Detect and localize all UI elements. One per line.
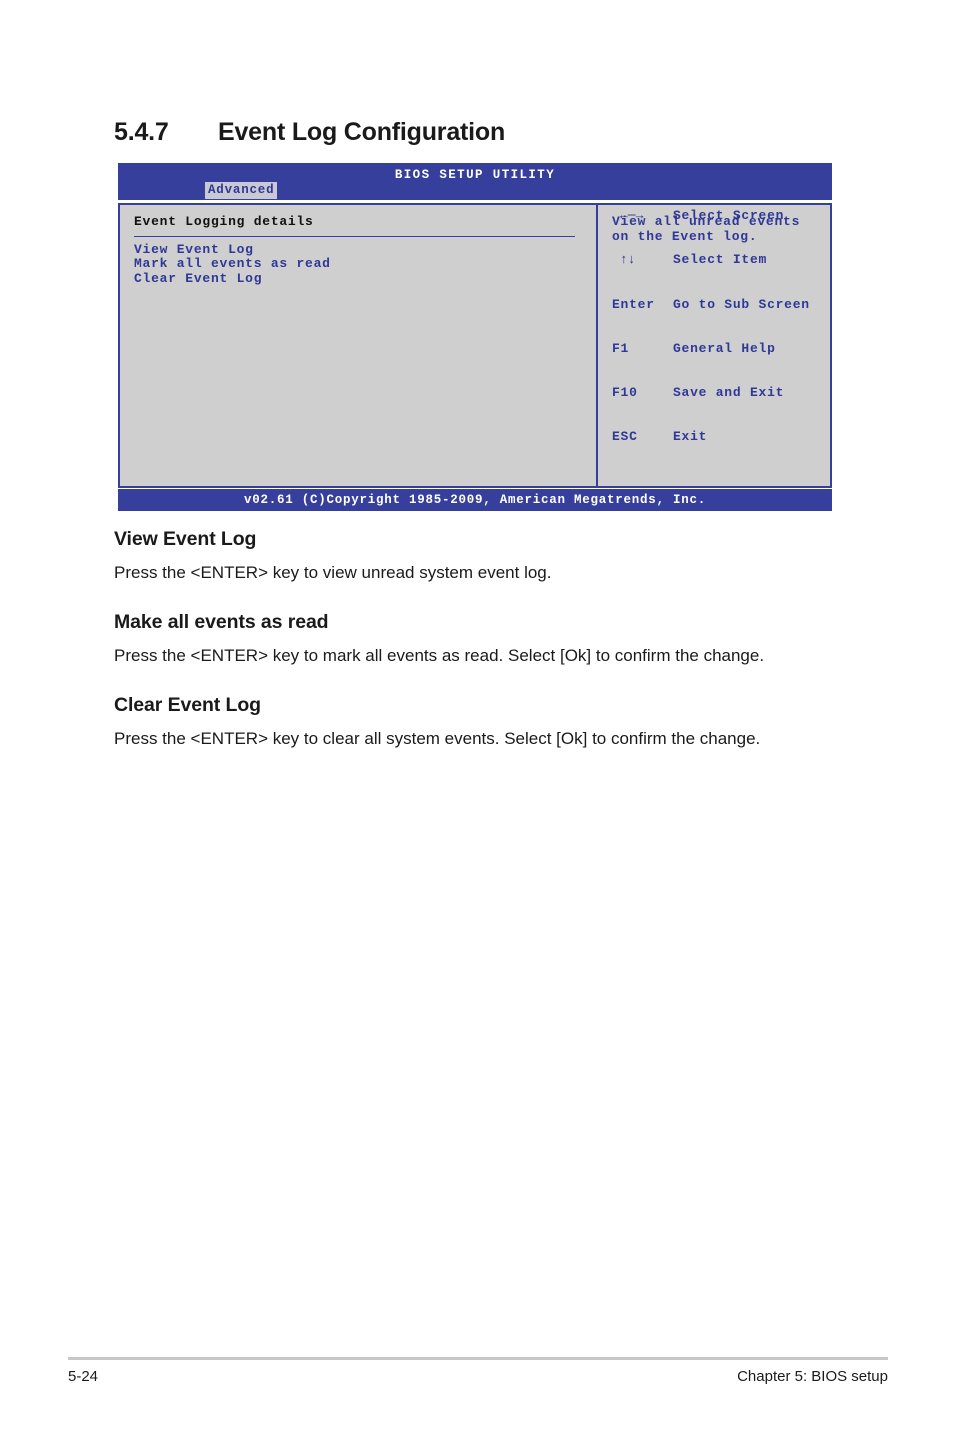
key-legend-row: ESC Exit bbox=[612, 428, 810, 445]
page-title: 5.4.7 Event Log Configuration bbox=[114, 118, 834, 147]
paragraph-view-event-log: Press the <ENTER> key to view unread sys… bbox=[114, 563, 552, 582]
key-action-select-screen: Select Screen bbox=[673, 208, 785, 224]
page-footer: 5-24 Chapter 5: BIOS setup bbox=[68, 1368, 888, 1385]
bios-help-panel: View all unread events on the Event log.… bbox=[598, 205, 832, 486]
key-enter: Enter bbox=[612, 296, 655, 312]
menu-item-mark-all-events-as-read[interactable]: Mark all events as read bbox=[134, 257, 596, 272]
key-legend-row: F10 Save and Exit bbox=[612, 384, 810, 401]
heading-clear-event-log: Clear Event Log bbox=[114, 694, 261, 716]
paragraph-make-all-events-as-read: Press the <ENTER> key to mark all events… bbox=[114, 646, 765, 665]
bios-tab-advanced[interactable]: Advanced bbox=[205, 182, 278, 199]
bios-content-area: Event Logging details View Event Log Mar… bbox=[118, 203, 832, 488]
key-legend-row: Enter Go to Sub Screen bbox=[612, 296, 810, 313]
event-logging-details-heading: Event Logging details bbox=[134, 214, 314, 229]
key-f1: F1 bbox=[612, 340, 630, 356]
footer-chapter-label: Chapter 5: BIOS setup bbox=[737, 1368, 888, 1385]
bios-setup-screen: BIOS SETUP UTILITY Advanced Event Loggin… bbox=[118, 163, 832, 511]
menu-item-clear-event-log[interactable]: Clear Event Log bbox=[134, 271, 596, 287]
key-legend-row: ←─→ Select Screen bbox=[612, 208, 810, 224]
menu-item-view-event-log[interactable]: View Event Log bbox=[134, 242, 596, 258]
bios-left-panel: Event Logging details View Event Log Mar… bbox=[120, 205, 598, 486]
key-action-go-to-sub-screen: Go to Sub Screen bbox=[673, 296, 810, 312]
key-legend-row: F1 General Help bbox=[612, 340, 810, 357]
key-action-save-and-exit: Save and Exit bbox=[673, 384, 785, 400]
key-arrows-vertical: ↑↓ bbox=[620, 252, 636, 268]
footer-page-number: 5-24 bbox=[68, 1368, 99, 1385]
bios-copyright-footer: v02.61 (C)Copyright 1985-2009, American … bbox=[118, 489, 832, 511]
bios-key-legend: ←─→ Select Screen ↑↓ Select Item Enter Go t… bbox=[612, 180, 810, 474]
panel-divider-rule bbox=[134, 235, 575, 237]
key-action-select-item: Select Item bbox=[673, 252, 768, 268]
paragraph-clear-event-log: Press the <ENTER> key to clear all syste… bbox=[114, 729, 761, 748]
section-number: 5.4.7 bbox=[114, 118, 169, 146]
key-f10: F10 bbox=[612, 384, 638, 400]
key-action-general-help: General Help bbox=[673, 340, 776, 356]
footer-divider bbox=[68, 1357, 888, 1360]
heading-view-event-log: View Event Log bbox=[114, 528, 257, 550]
key-esc: ESC bbox=[612, 428, 638, 444]
key-action-exit: Exit bbox=[673, 428, 708, 444]
key-arrows-horizontal: ←─→ bbox=[620, 208, 644, 224]
content-sections: View Event Log Press the <ENTER> key to … bbox=[114, 528, 814, 777]
section-title-text: Event Log Configuration bbox=[218, 118, 506, 146]
key-legend-row: ↑↓ Select Item bbox=[612, 253, 810, 268]
heading-make-all-events-as-read: Make all events as read bbox=[114, 611, 329, 633]
